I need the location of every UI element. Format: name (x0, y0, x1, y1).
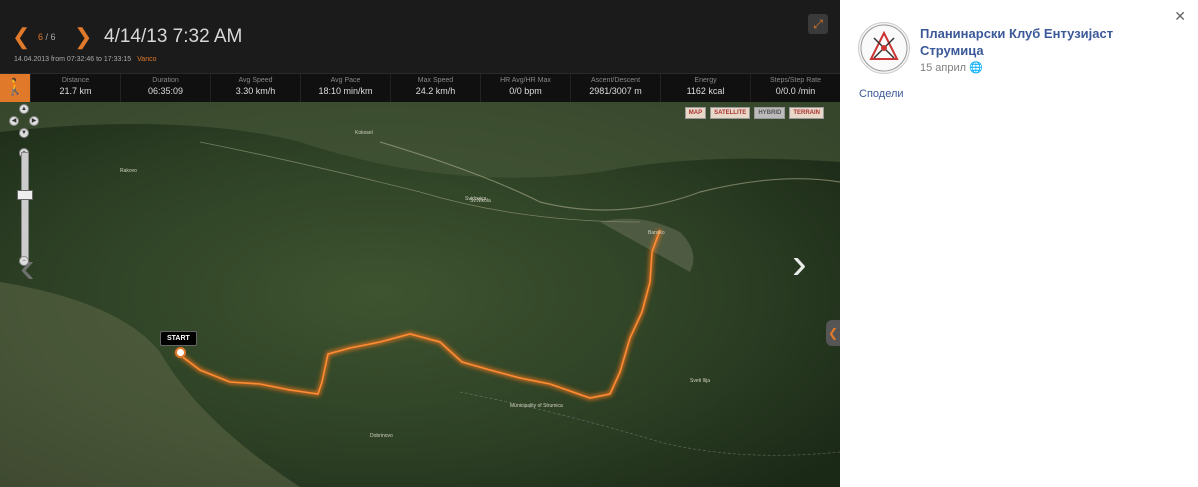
stat-label: Avg Speed (238, 77, 273, 84)
stat-steps-step-rate: Steps/Step Rate 0/0.0 /min (750, 74, 840, 102)
stat-avg-pace: Avg Pace 18:10 min/km (300, 74, 390, 102)
stat-value: 0/0.0 /min (775, 86, 816, 96)
photo-counter: 6 / 6 (38, 32, 56, 42)
stat-label: Avg Pace (330, 77, 361, 84)
panel-toggle-icon[interactable]: ❮ (826, 320, 840, 346)
stat-value: 21.7 km (59, 86, 92, 96)
stat-value: 18:10 min/km (318, 86, 373, 96)
stat-value: 3.30 km/h (235, 86, 276, 96)
map-type-terrain[interactable]: TERRAIN (789, 107, 824, 119)
pan-down-icon[interactable]: ▼ (19, 128, 29, 138)
map-type-hybrid[interactable]: HYBRID (754, 107, 786, 119)
stat-label: Energy (694, 77, 717, 84)
zoom-slider-thumb[interactable] (17, 190, 33, 200)
stat-value: 1162 kcal (686, 86, 725, 96)
stat-max-speed: Max Speed 24.2 km/h (390, 74, 480, 102)
map-type-satellite[interactable]: SATELLITE (710, 107, 751, 119)
map-place-label: Kokosel (355, 130, 373, 136)
map-place-label: Municipality of Strumica (510, 403, 563, 409)
map-place-label: Sveti Ilija (690, 378, 710, 384)
zoom-control: ▲ ◀ ▶ ▼ + − (7, 104, 41, 266)
stat-value: 2981/3007 m (589, 86, 642, 96)
chevron-left-icon[interactable]: ❮ (12, 26, 30, 48)
activity-subtitle: 14.04.2013 from 07:32:46 to 17:33:15 Vanc… (14, 56, 157, 63)
expand-icon[interactable]: ⤢ (808, 14, 828, 34)
stat-value: 0/0 bpm (509, 86, 542, 96)
start-marker-label: START (160, 331, 197, 346)
stat-duration: Duration 06:35:09 (120, 74, 210, 102)
stat-hr-avg-hr-max: HR Avg/HR Max 0/0 bpm (480, 74, 570, 102)
stat-label: Distance (61, 77, 90, 84)
pan-control: ▲ ◀ ▶ ▼ (7, 104, 41, 138)
share-link[interactable]: Сподели (859, 88, 904, 100)
prev-photo-icon[interactable]: ‹ (20, 246, 35, 290)
close-icon[interactable]: ✕ (1174, 8, 1186, 25)
next-photo-icon[interactable]: › (792, 242, 807, 286)
stat-label: Ascent/Descent (590, 77, 641, 84)
satellite-map[interactable]: KokoselRakovoSv.NikolaSvidovicaDobrinovo… (0, 102, 840, 487)
chevron-right-icon[interactable]: ❯ (74, 26, 92, 48)
pan-up-icon[interactable]: ▲ (19, 104, 29, 114)
stat-distance: Distance 21.7 km (30, 74, 120, 102)
stat-label: Steps/Step Rate (770, 77, 821, 84)
activity-header: ❮ 6 / 6 ❯ 4/14/13 7:32 AM 14.04.2013 fro… (0, 0, 840, 73)
globe-icon: 🌐 (969, 62, 983, 74)
stat-ascent-descent: Ascent/Descent 2981/3007 m (570, 74, 660, 102)
stat-avg-speed: Avg Speed 3.30 km/h (210, 74, 300, 102)
stats-bar: 🚶 Distance 21.7 km Duration 06:35:09 Avg Spe… (0, 73, 840, 103)
map-place-label: Dobrinovo (370, 433, 393, 439)
post-sidebar: ✕ Планинарски Клуб Ентузијаст Струмица 1… (840, 0, 1198, 487)
stat-value: 06:35:09 (147, 86, 184, 96)
stat-label: Max Speed (417, 77, 454, 84)
post-date[interactable]: 15 април 🌐 (920, 61, 983, 74)
map-place-label: Svidovica (465, 196, 487, 202)
photo-viewer: ❮ 6 / 6 ❯ 4/14/13 7:32 AM 14.04.2013 fro… (0, 0, 840, 487)
pan-left-icon[interactable]: ◀ (9, 116, 19, 126)
activity-title: 4/14/13 7:32 AM (104, 26, 243, 47)
stat-label: Duration (152, 77, 179, 84)
map-place-label: Rakovo (120, 168, 137, 174)
stat-value: 24.2 km/h (415, 86, 456, 96)
page-name[interactable]: Планинарски Клуб Ентузијаст Струмица (920, 25, 1170, 59)
user-link[interactable]: Vanco (137, 56, 156, 63)
map-type-switcher: MAP SATELLITE HYBRID TERRAIN (684, 107, 824, 119)
page-avatar[interactable] (858, 22, 910, 74)
hiking-icon: 🚶 (0, 74, 30, 102)
map-type-map[interactable]: MAP (684, 107, 707, 119)
pan-right-icon[interactable]: ▶ (29, 116, 39, 126)
stat-label: HR Avg/HR Max (500, 77, 551, 84)
start-marker[interactable] (175, 347, 186, 358)
stat-energy: Energy 1162 kcal (660, 74, 750, 102)
map-place-label: Bansko (648, 230, 665, 236)
